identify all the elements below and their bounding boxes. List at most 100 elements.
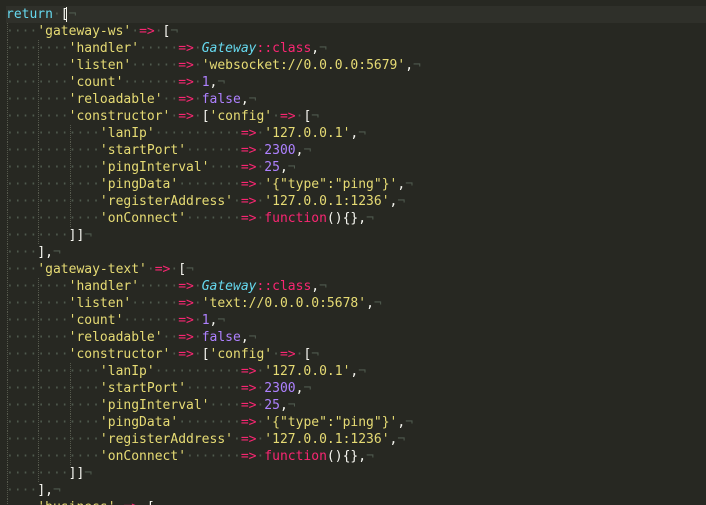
code-line[interactable]: ········'listen'······=>·'websocket://0.…: [6, 57, 706, 74]
code-line[interactable]: ····'business'·=>·[¬: [6, 499, 706, 505]
eol-marker: ¬: [52, 483, 61, 498]
code-line[interactable]: ········]]¬: [6, 227, 706, 244]
code-token: ·······: [123, 75, 179, 90]
code-line[interactable]: ············'registerAddress'·=>·'127.0.…: [6, 431, 706, 448]
eol-marker: ¬: [405, 415, 414, 430]
indent-guide: [69, 142, 71, 159]
indent-whitespace: ············: [6, 211, 100, 226]
indent-guide: [69, 210, 71, 227]
code-token: ······: [131, 58, 179, 73]
indent-guide: [7, 397, 8, 414]
code-line[interactable]: ····],¬: [6, 482, 706, 499]
code-token: 'constructor': [68, 109, 171, 124]
code-token: ·: [52, 7, 61, 22]
code-line[interactable]: ············'startPort'·······=>·2300,¬: [6, 142, 706, 159]
code-line[interactable]: ········'handler'·····=>·Gateway::class,…: [6, 278, 706, 295]
eol-marker: ¬: [405, 177, 414, 192]
eol-marker: ¬: [287, 398, 296, 413]
indent-whitespace: ····: [6, 483, 38, 498]
indent-guide: [38, 397, 40, 414]
code-token: 'config': [209, 109, 273, 124]
indent-whitespace: ············: [6, 194, 100, 209]
code-token: ·: [193, 296, 202, 311]
code-token: =>: [240, 381, 257, 396]
code-token: ,: [358, 449, 367, 464]
eol-marker: ¬: [319, 41, 327, 56]
code-line[interactable]: ····'gateway-ws'·=>·[¬: [6, 23, 706, 40]
indent-whitespace: ············: [6, 432, 100, 447]
eol-marker: ¬: [366, 211, 374, 226]
indent-whitespace: ············: [6, 381, 100, 396]
indent-guide: [69, 125, 71, 142]
code-token: =>: [178, 58, 194, 73]
code-token: ······: [131, 296, 179, 311]
eol-marker: ¬: [68, 7, 77, 22]
code-token: 1: [201, 75, 210, 90]
code-line[interactable]: ············'onConnect'·······=>·functio…: [6, 448, 706, 465]
code-line[interactable]: ········'count'·······=>·1,¬: [6, 74, 706, 91]
indent-guide: [38, 159, 40, 176]
code-token: 'listen': [68, 58, 132, 73]
eol-marker: ¬: [186, 262, 194, 277]
code-token: ,: [366, 296, 374, 311]
code-token: ·····: [139, 279, 179, 294]
indent-guide: [7, 448, 8, 465]
code-token: ·: [131, 24, 140, 39]
code-line[interactable]: ············'onConnect'·······=>·functio…: [6, 210, 706, 227]
code-token: 'onConnect': [99, 211, 187, 226]
indent-whitespace: ············: [6, 398, 100, 413]
indent-guide: [7, 465, 8, 482]
indent-whitespace: ············: [6, 143, 100, 158]
indent-guide: [38, 329, 40, 346]
code-token: ·····: [139, 41, 179, 56]
code-token: class: [272, 41, 312, 56]
code-line[interactable]: ············'pingInterval'····=>·25,¬: [6, 397, 706, 414]
code-line[interactable]: ····'gateway-text'·=>·[¬: [6, 261, 706, 278]
code-line[interactable]: return·[¬: [6, 6, 706, 23]
eol-marker: ¬: [170, 24, 179, 39]
code-line[interactable]: ········'count'·······=>·1,¬: [6, 312, 706, 329]
eol-marker: ¬: [311, 109, 320, 124]
code-line[interactable]: ····],¬: [6, 244, 706, 261]
indent-guide: [38, 465, 40, 482]
code-token: ·: [154, 24, 163, 39]
indent-guide: [7, 193, 8, 210]
code-token: =>: [123, 500, 139, 505]
code-token: ],: [37, 245, 53, 260]
code-line[interactable]: ············'registerAddress'·=>·'127.0.…: [6, 193, 706, 210]
code-line[interactable]: ········]]¬: [6, 465, 706, 482]
code-line[interactable]: ············'startPort'·······=>·2300,¬: [6, 380, 706, 397]
code-token: ········: [178, 415, 241, 430]
indent-guide: [7, 414, 8, 431]
code-line[interactable]: ········'reloadable'··=>·false,¬: [6, 91, 706, 108]
code-line[interactable]: ········'listen'······=>·'text://0.0.0.0…: [6, 295, 706, 312]
code-line[interactable]: ············'lanIp'···········=>·'127.0.…: [6, 125, 706, 142]
code-token: 'reloadable': [68, 330, 163, 345]
code-editor[interactable]: return·[¬ ····'gateway-ws'·=>·[¬ ········'…: [0, 0, 706, 505]
eol-marker: ¬: [303, 143, 312, 158]
code-line[interactable]: ········'reloadable'··=>·false,¬: [6, 329, 706, 346]
code-line[interactable]: ············'lanIp'···········=>·'127.0.…: [6, 363, 706, 380]
code-token: 'pingData': [99, 415, 179, 430]
indent-guide: [38, 176, 40, 193]
code-token: 'count': [68, 75, 124, 90]
eol-marker: ¬: [397, 432, 406, 447]
code-token: ·: [193, 58, 202, 73]
eol-marker: ¬: [413, 58, 421, 73]
indent-guide: [7, 499, 8, 505]
code-token: 'count': [68, 313, 124, 328]
code-line[interactable]: ········'handler'·····=>·Gateway::class,…: [6, 40, 706, 57]
indent-guide: [69, 159, 71, 176]
code-line[interactable]: ············'pingData'········=>·'{"type…: [6, 414, 706, 431]
code-token: [: [147, 500, 155, 505]
code-line[interactable]: ············'pingData'········=>·'{"type…: [6, 176, 706, 193]
eol-marker: ¬: [52, 245, 61, 260]
code-line[interactable]: ········'constructor'·=>·['config'·=>·[¬: [6, 108, 706, 125]
code-line[interactable]: ········'constructor'·=>·['config'·=>·[¬: [6, 346, 706, 363]
code-line[interactable]: ············'pingInterval'····=>·25,¬: [6, 159, 706, 176]
eol-marker: ¬: [84, 228, 93, 243]
indent-guide: [7, 431, 8, 448]
code-token: ·: [193, 330, 202, 345]
code-token: 'startPort': [99, 381, 187, 396]
indent-guide: [7, 142, 8, 159]
